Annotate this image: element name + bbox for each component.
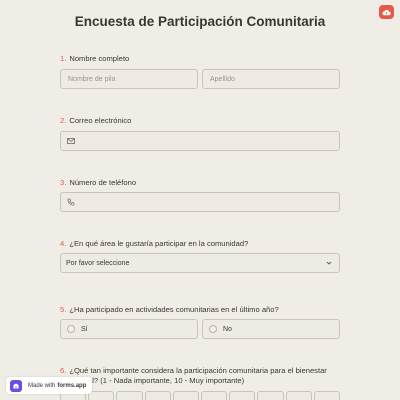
question-text: ¿En qué área le gustaría participar en l… [69,239,249,248]
cloud-upload-icon [382,9,391,15]
area-select[interactable]: Por favor seleccione [60,253,340,273]
question-number: 1. [60,54,67,63]
scale-option[interactable] [229,391,256,400]
question-label: 6. ¿Qué tan importante considera la parti… [60,366,340,386]
mail-icon [67,138,75,144]
question-text: Número de teléfono [69,178,137,187]
importance-scale [60,391,341,400]
made-with-badge[interactable]: Made with forms.app [6,377,93,394]
question-label: 4. ¿En qué área le gustaría participar en… [60,239,340,249]
question-email: 2. Correo electrónico [60,116,340,126]
question-label: 1. Nombre completo [60,54,340,64]
question-text: ¿Ha participado en actividades comunitar… [69,305,279,314]
question-label: 3. Número de teléfono [60,178,340,188]
scale-option[interactable] [313,391,341,400]
radio-circle[interactable] [67,325,75,333]
phone-field[interactable] [60,192,340,212]
question-participated: 5. ¿Ha participado en actividades comunit… [60,305,340,315]
badge-prefix: Made with [28,382,56,389]
radio-circle[interactable] [209,325,217,333]
question-label: 2. Correo electrónico [60,116,340,126]
scale-option[interactable] [144,391,171,400]
scale-option[interactable] [201,391,228,400]
chevron-down-icon [325,259,333,269]
corner-action-button[interactable] [379,5,394,19]
scale-option[interactable] [172,391,200,400]
first-name-input[interactable]: Nombre de pila [60,69,198,89]
question-full-name: 1. Nombre completo [60,54,340,64]
question-number: 5. [60,305,67,314]
question-area: 4. ¿En qué área le gustaría participar en… [60,239,340,249]
scale-option[interactable] [88,391,115,400]
scale-option[interactable] [257,391,284,400]
email-field[interactable] [60,131,340,151]
first-name-placeholder: Nombre de pila [68,75,116,83]
question-text: ¿Qué tan importante considera la partici… [69,366,327,375]
question-number: 6. [60,366,67,375]
question-text: Correo electrónico [69,116,132,125]
question-text: Nombre completo [69,54,130,63]
scale-option[interactable] [116,391,143,400]
radio-option-label: No [223,325,232,333]
area-select-value: Por favor seleccione [66,259,130,267]
radio-option-label: Sí [81,325,88,333]
question-label: 5. ¿Ha participado en actividades comunit… [60,305,340,315]
question-number: 3. [60,178,67,187]
page-title: Encuesta de Participación Comunitaria [74,14,326,29]
radio-option-no[interactable]: No [202,319,340,339]
question-number: 2. [60,116,67,125]
radio-option-yes[interactable]: Sí [60,319,198,339]
question-number: 4. [60,239,67,248]
badge-brand: forms.app [57,382,87,389]
last-name-placeholder: Apellido [210,75,235,83]
last-name-input[interactable]: Apellido [202,69,340,89]
phone-icon [67,198,75,206]
question-importance: 6. ¿Qué tan importante considera la parti… [60,366,340,386]
scale-option[interactable] [285,391,312,400]
question-phone: 3. Número de teléfono [60,178,340,188]
forms-app-logo-icon [10,379,22,392]
